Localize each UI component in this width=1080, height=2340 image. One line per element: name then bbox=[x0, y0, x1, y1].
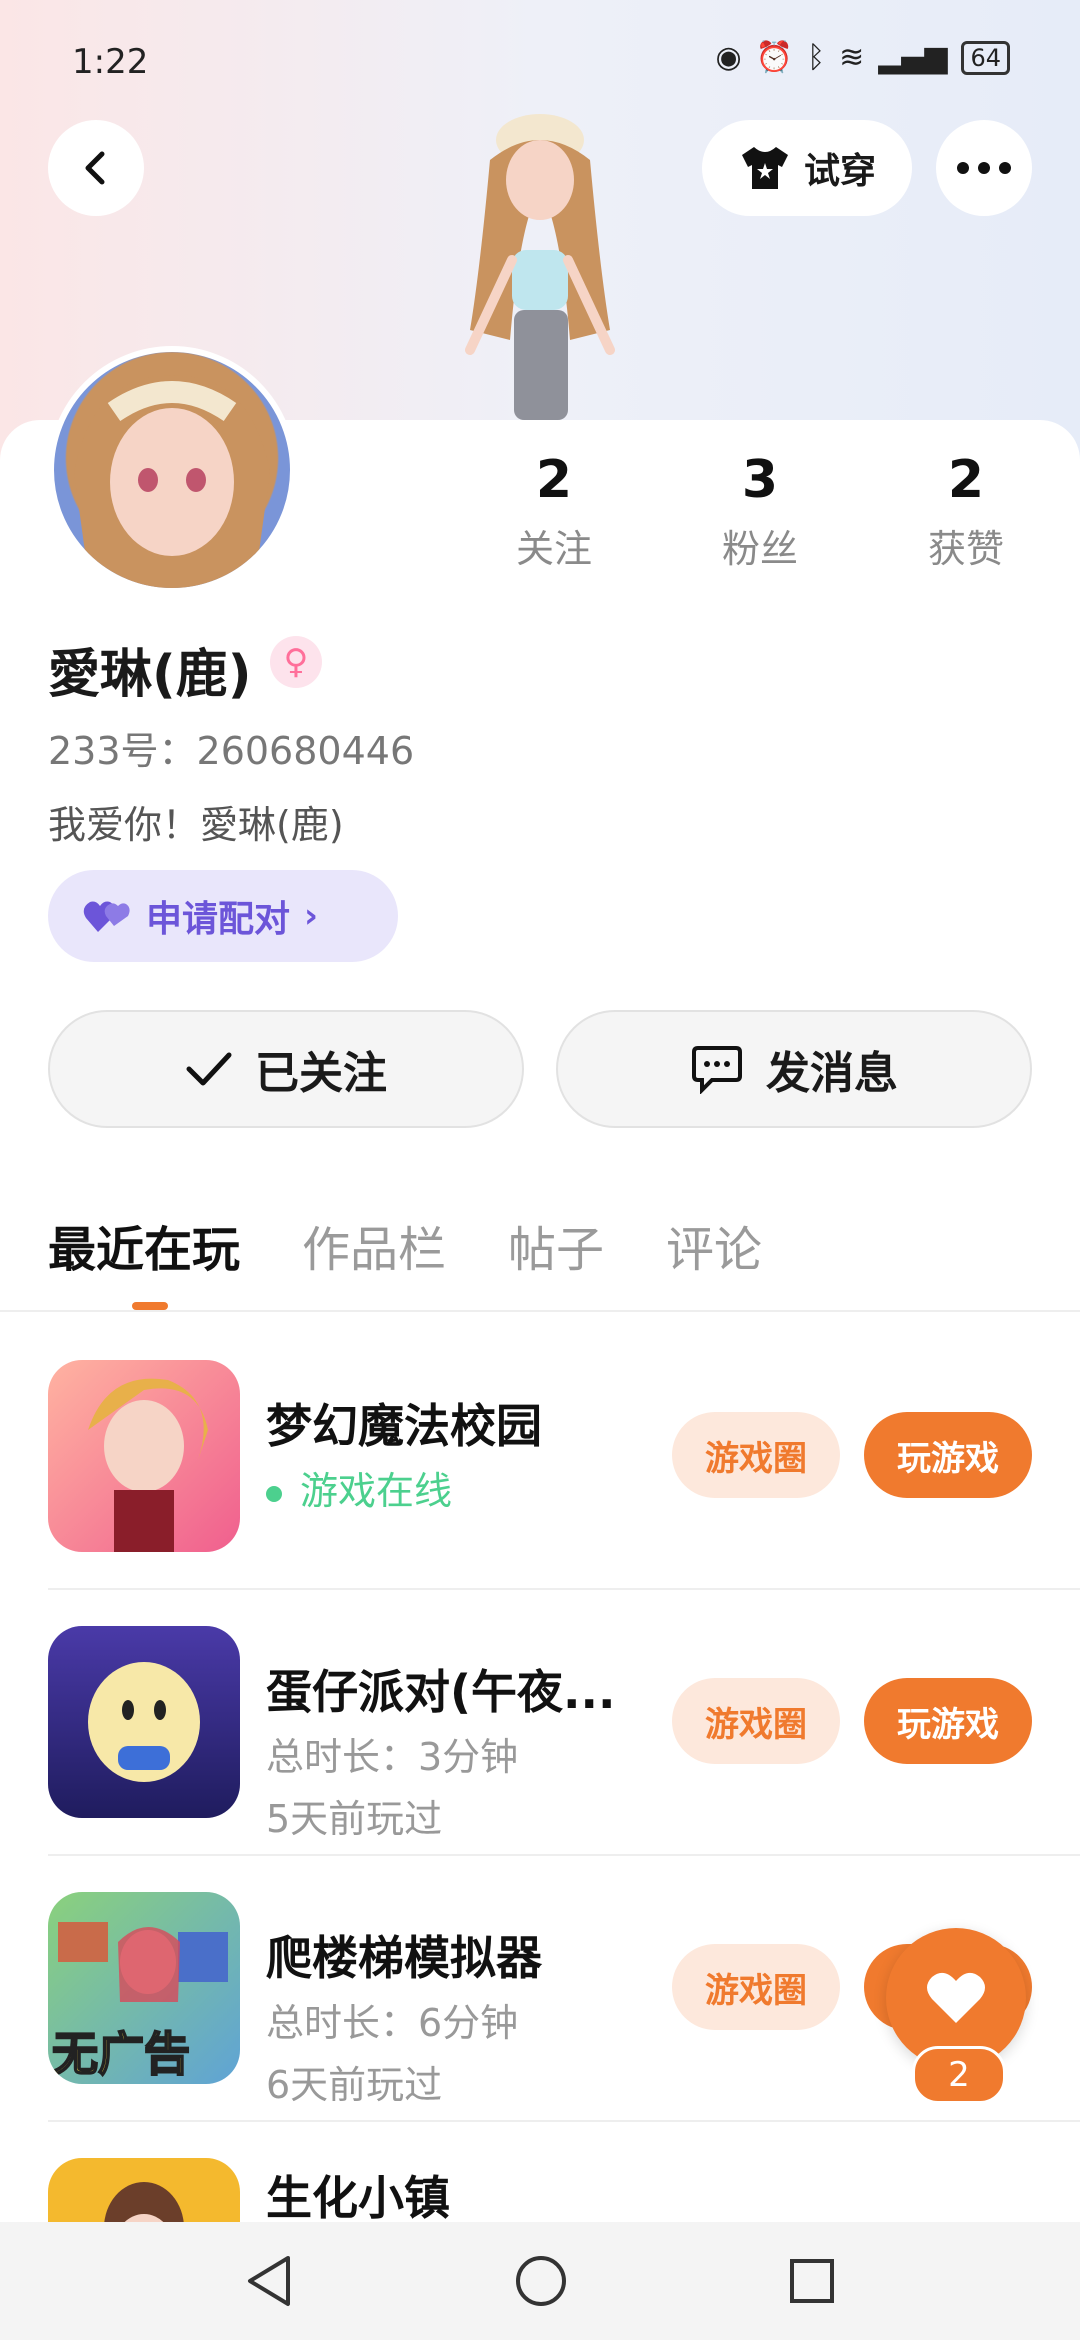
profile-uid: 233号：260680446 bbox=[48, 729, 415, 773]
send-message-label: 发消息 bbox=[766, 1048, 898, 1099]
stat-following-value: 2 bbox=[535, 450, 573, 510]
chevron-left-icon bbox=[85, 151, 105, 185]
stat-likes[interactable]: 2 获赞 bbox=[896, 450, 1036, 573]
game-duration: 总时长：3分钟 bbox=[266, 1735, 519, 1779]
heart-icon bbox=[927, 1972, 985, 2023]
game-thumbnail-badge: 无广告 bbox=[51, 2026, 191, 2082]
tabs-divider bbox=[0, 1310, 1080, 1312]
stat-likes-label: 获赞 bbox=[927, 527, 1004, 571]
game-title: 爬楼梯模拟器 bbox=[266, 1931, 542, 1985]
eye-icon: ◉ bbox=[715, 40, 742, 75]
battery-indicator: 64 bbox=[961, 40, 1010, 75]
chat-bubble-icon bbox=[692, 1046, 742, 1094]
tab-recently-played[interactable]: 最近在玩 bbox=[48, 1210, 240, 1310]
stat-fans-label: 粉丝 bbox=[721, 527, 798, 571]
tab-posts[interactable]: 帖子 bbox=[508, 1210, 604, 1280]
try-on-button[interactable]: 试穿 bbox=[702, 120, 912, 216]
game-last-played: 6天前玩过 bbox=[266, 2063, 443, 2107]
avatar[interactable] bbox=[48, 346, 296, 594]
chevron-right-icon: › bbox=[304, 896, 319, 936]
game-online-status: 游戏在线 bbox=[266, 1460, 452, 1515]
followed-button[interactable]: 已关注 bbox=[48, 1010, 524, 1128]
stat-fans[interactable]: 3 粉丝 bbox=[690, 450, 830, 573]
status-icons: ◉ ⏰ ᛒ ≋ ▂▄▆ 64 bbox=[716, 40, 1010, 75]
more-dots-icon bbox=[957, 162, 1011, 174]
alarm-icon: ⏰ bbox=[755, 40, 794, 75]
game-title: 梦幻魔法校园 bbox=[266, 1399, 542, 1453]
stat-fans-value: 3 bbox=[741, 450, 779, 510]
wifi-icon: ≋ bbox=[839, 40, 865, 75]
tab-comments[interactable]: 评论 bbox=[666, 1210, 762, 1280]
profile-name: 愛琳(鹿) bbox=[48, 645, 252, 705]
play-game-button[interactable]: 玩游戏 bbox=[864, 1412, 1032, 1498]
bluetooth-icon: ᛒ bbox=[807, 40, 826, 75]
status-bar: 1:22 ◉ ⏰ ᛒ ≋ ▂▄▆ 64 bbox=[0, 30, 1080, 90]
request-pair-label: 申请配对 bbox=[146, 899, 291, 940]
try-on-label: 试穿 bbox=[803, 151, 876, 192]
game-last-played: 5天前玩过 bbox=[266, 1797, 443, 1841]
stat-following-label: 关注 bbox=[515, 527, 592, 571]
row-divider bbox=[48, 1588, 1080, 1590]
row-divider bbox=[48, 1854, 1080, 1856]
play-game-button[interactable]: 玩游戏 bbox=[864, 1678, 1032, 1764]
game-duration: 总时长：6分钟 bbox=[266, 2001, 519, 2045]
home-nav-icon[interactable] bbox=[514, 2254, 568, 2308]
game-circle-button[interactable]: 游戏圈 bbox=[672, 1944, 840, 2030]
game-circle-button[interactable]: 游戏圈 bbox=[672, 1678, 840, 1764]
stat-likes-value: 2 bbox=[947, 450, 985, 510]
game-row[interactable]: 梦幻魔法校园 游戏在线 游戏圈 玩游戏 bbox=[48, 1360, 1080, 1626]
signal-icon: ▂▄▆ bbox=[878, 40, 948, 75]
send-message-button[interactable]: 发消息 bbox=[556, 1010, 1032, 1128]
game-online-label: 游戏在线 bbox=[300, 1469, 453, 1513]
followed-label: 已关注 bbox=[255, 1048, 387, 1099]
request-pair-button[interactable]: 申请配对 › bbox=[48, 870, 398, 962]
double-heart-icon bbox=[83, 901, 130, 932]
female-gender-icon: ♀ bbox=[270, 636, 322, 688]
status-time: 1:22 bbox=[72, 42, 149, 82]
tab-works[interactable]: 作品栏 bbox=[302, 1210, 446, 1280]
system-navigation-bar bbox=[0, 2222, 1080, 2340]
game-thumbnail bbox=[48, 1360, 240, 1552]
like-count-badge: 2 bbox=[912, 2046, 1006, 2104]
avatar-3d-model[interactable] bbox=[430, 100, 650, 420]
game-row[interactable]: 生化小镇 bbox=[48, 2158, 1080, 2222]
profile-bio: 我爱你！愛琳(鹿) bbox=[48, 803, 344, 847]
game-thumbnail bbox=[48, 2158, 240, 2222]
game-thumbnail bbox=[48, 1626, 240, 1818]
game-thumbnail: 无广告 bbox=[48, 1892, 240, 2084]
profile-tabs: 最近在玩 作品栏 帖子 评论 bbox=[48, 1210, 762, 1310]
back-button[interactable] bbox=[48, 120, 144, 216]
back-nav-icon[interactable] bbox=[244, 2254, 294, 2308]
recents-nav-icon[interactable] bbox=[788, 2257, 836, 2305]
stat-following[interactable]: 2 关注 bbox=[484, 450, 624, 573]
check-icon bbox=[186, 1052, 232, 1086]
game-title: 生化小镇 bbox=[266, 2171, 450, 2222]
online-dot-icon bbox=[266, 1485, 282, 1502]
game-title: 蛋仔派对(午夜... bbox=[266, 1665, 616, 1719]
row-divider bbox=[48, 2120, 1080, 2122]
tshirt-icon bbox=[741, 147, 788, 189]
game-circle-button[interactable]: 游戏圈 bbox=[672, 1412, 840, 1498]
more-options-button[interactable] bbox=[936, 120, 1032, 216]
game-row[interactable]: 蛋仔派对(午夜... 总时长：3分钟 5天前玩过 游戏圈 玩游戏 bbox=[48, 1626, 1080, 1892]
